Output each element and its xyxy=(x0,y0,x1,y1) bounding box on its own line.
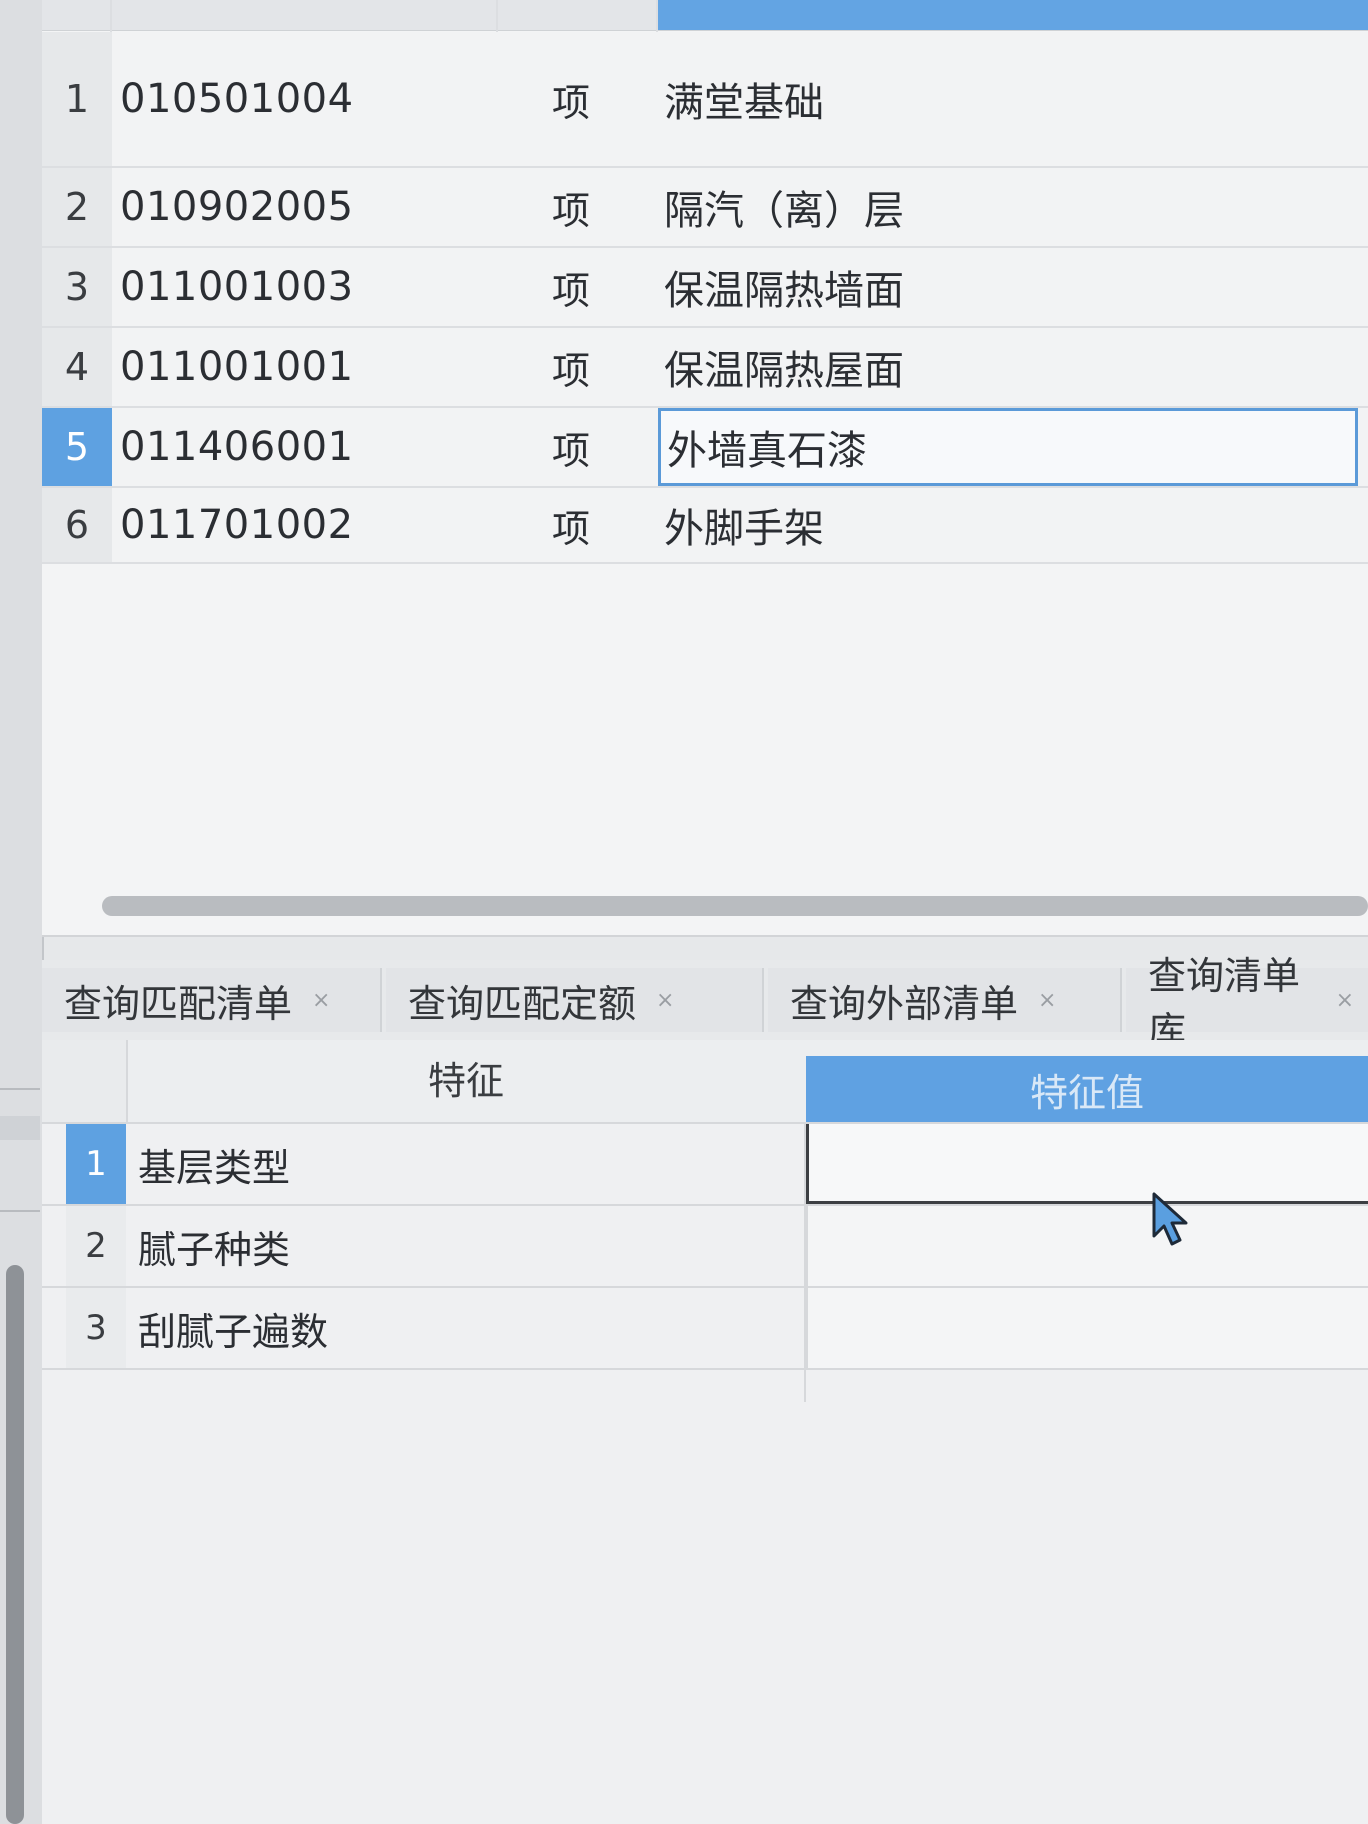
feature-name: 腻子种类 xyxy=(138,1227,291,1272)
tab-query-match-bill[interactable]: 查询匹配清单 × xyxy=(42,968,382,1032)
item-name: 满堂基础 xyxy=(664,80,824,126)
divider xyxy=(0,1088,40,1090)
row-number: 2 xyxy=(42,168,112,246)
feature-name: 刮腻子遍数 xyxy=(138,1309,329,1354)
close-icon[interactable]: × xyxy=(636,988,688,1013)
tab-label: 查询匹配定额 xyxy=(408,981,637,1026)
item-type: 项 xyxy=(552,506,591,551)
table-row[interactable]: 3 刮腻子遍数 xyxy=(42,1288,1368,1370)
tab-label: 查询外部清单 xyxy=(790,981,1019,1026)
mouse-cursor-icon xyxy=(1152,1192,1188,1246)
left-panel-edge xyxy=(0,0,44,1824)
feature-name: 基层类型 xyxy=(138,1145,291,1190)
table-row[interactable]: 3 011001003 项 保温隔热墙面 xyxy=(42,248,1368,328)
item-code: 010902005 xyxy=(120,184,354,230)
table-row[interactable]: 4 011001001 项 保温隔热屋面 xyxy=(42,328,1368,408)
close-icon[interactable]: × xyxy=(292,988,344,1013)
row-number: 1 xyxy=(66,1124,126,1204)
tab-label: 查询匹配清单 xyxy=(64,981,293,1026)
header-feature[interactable]: 特征 xyxy=(428,1040,504,1122)
header-corner xyxy=(42,1040,128,1122)
item-name: 保温隔热屋面 xyxy=(664,348,904,394)
tab-query-external-bill[interactable]: 查询外部清单 × xyxy=(768,968,1122,1032)
row-number: 3 xyxy=(66,1288,126,1368)
item-code: 010501004 xyxy=(120,76,354,122)
table-row-selected[interactable]: 5 011406001 项 外墙真石漆 xyxy=(42,408,1368,488)
vertical-scrollbar-thumb[interactable] xyxy=(6,1265,24,1824)
row-number: 4 xyxy=(42,328,112,406)
row-number: 6 xyxy=(42,488,112,562)
feature-value-edit-cell[interactable] xyxy=(806,1124,1368,1204)
item-code: 011406001 xyxy=(120,424,354,470)
divider xyxy=(0,1116,40,1140)
close-icon[interactable]: × xyxy=(1018,988,1070,1013)
item-name: 隔汽（离）层 xyxy=(664,188,904,234)
header-feature-value[interactable]: 特征值 xyxy=(806,1056,1368,1122)
feature-table: 特征 特征值 1 基层类型 2 腻子种类 3 刮腻子遍数 xyxy=(42,1040,1368,1824)
table-row[interactable]: 2 010902005 项 隔汽（离）层 xyxy=(42,168,1368,248)
item-type: 项 xyxy=(552,268,591,313)
row-number: 1 xyxy=(42,32,112,166)
item-code: 011001003 xyxy=(120,264,354,310)
row-number: 3 xyxy=(42,248,112,326)
tab-query-bill-library[interactable]: 查询清单库 × xyxy=(1126,954,1368,1053)
feature-value-cell[interactable] xyxy=(806,1288,1368,1368)
item-name: 保温隔热墙面 xyxy=(664,268,904,314)
table-row[interactable]: 6 011701002 项 外脚手架 xyxy=(42,488,1368,564)
item-type: 项 xyxy=(552,80,591,125)
tab-label: 查询清单库 xyxy=(1148,954,1301,1053)
horizontal-scrollbar-thumb[interactable] xyxy=(102,896,1368,916)
table-header: 特征 特征值 xyxy=(42,1040,1368,1124)
row-number: 2 xyxy=(66,1206,126,1286)
item-type: 项 xyxy=(552,428,591,473)
divider xyxy=(0,1210,40,1212)
feature-value-cell[interactable] xyxy=(806,1206,1368,1286)
row-number: 5 xyxy=(42,408,112,486)
item-name-edit-cell[interactable]: 外墙真石漆 xyxy=(658,408,1358,486)
app-window: 1 010501004 项 满堂基础 2 010902005 项 隔汽（离）层 … xyxy=(0,0,1368,1824)
header-cell-selected[interactable] xyxy=(658,0,1368,30)
tab-query-match-quota[interactable]: 查询匹配定额 × xyxy=(386,968,764,1032)
item-type: 项 xyxy=(552,188,591,233)
table-header xyxy=(42,0,1368,31)
item-type: 项 xyxy=(552,348,591,393)
query-tab-bar: 查询匹配清单 × 查询匹配定额 × 查询外部清单 × 查询清单库 × xyxy=(42,954,1368,1053)
item-name: 外脚手架 xyxy=(664,506,824,552)
item-code: 011001001 xyxy=(120,344,354,390)
item-code: 011701002 xyxy=(120,502,354,548)
close-icon[interactable]: × xyxy=(1316,988,1368,1013)
bill-list-table: 1 010501004 项 满堂基础 2 010902005 项 隔汽（离）层 … xyxy=(42,0,1368,937)
table-row[interactable]: 1 010501004 项 满堂基础 xyxy=(42,32,1368,168)
